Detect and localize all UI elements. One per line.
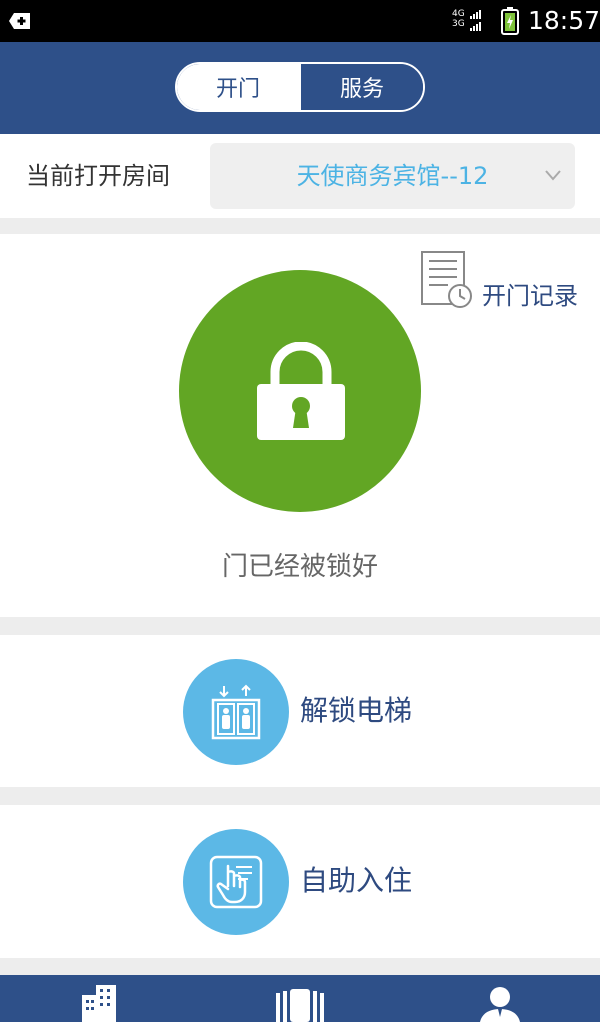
unlock-elevator-label: 解锁电梯 xyxy=(300,694,413,727)
lock-status-text: 门已经被锁好 xyxy=(221,552,378,582)
lock-card: 开门记录 门已经被锁好 xyxy=(0,234,600,617)
battery-icon xyxy=(501,7,519,35)
user-icon xyxy=(480,987,520,1022)
touch-hand-icon xyxy=(209,855,263,909)
app-screen: 4G 3G 18:57 开门 服务 当前打开房间 天使商务宾馆--12 开门记录… xyxy=(0,0,600,1022)
building-icon xyxy=(82,985,116,1022)
notification-icon xyxy=(9,13,30,29)
status-bar: 4G 3G 18:57 xyxy=(0,0,600,42)
network-type: 4G 3G xyxy=(452,9,465,29)
room-dropdown-value: 天使商务宾馆--12 xyxy=(296,162,489,190)
open-record-label: 开门记录 xyxy=(482,282,578,310)
room-selector-row: 当前打开房间 天使商务宾馆--12 xyxy=(0,134,600,218)
unlock-elevator-button[interactable] xyxy=(183,659,289,765)
document-clock-icon xyxy=(421,251,472,308)
self-checkin-card[interactable]: 自助入住 xyxy=(0,805,600,958)
self-checkin-label: 自助入住 xyxy=(300,864,413,897)
signal-icon xyxy=(470,10,481,31)
app-header: 开门 服务 xyxy=(0,42,600,134)
unlock-elevator-card[interactable]: 解锁电梯 xyxy=(0,635,600,787)
tab-switcher: 开门 服务 xyxy=(175,62,425,112)
nav-profile[interactable] xyxy=(440,975,560,1022)
door-icon xyxy=(276,989,324,1022)
tab-open-door[interactable]: 开门 xyxy=(177,64,299,110)
tab-service[interactable]: 服务 xyxy=(299,64,423,110)
self-checkin-button[interactable] xyxy=(183,829,289,935)
room-label: 当前打开房间 xyxy=(26,162,170,190)
elevator-icon xyxy=(211,684,261,740)
padlock-icon xyxy=(257,342,345,440)
nav-hotel[interactable] xyxy=(40,975,160,1022)
status-time: 18:57 xyxy=(528,6,600,35)
lock-button[interactable] xyxy=(179,270,421,512)
bottom-nav xyxy=(0,975,600,1022)
chevron-down-icon xyxy=(545,170,561,181)
nav-door[interactable] xyxy=(240,975,360,1022)
room-dropdown[interactable]: 天使商务宾馆--12 xyxy=(210,143,575,209)
open-record-button[interactable]: 开门记录 xyxy=(420,250,595,310)
